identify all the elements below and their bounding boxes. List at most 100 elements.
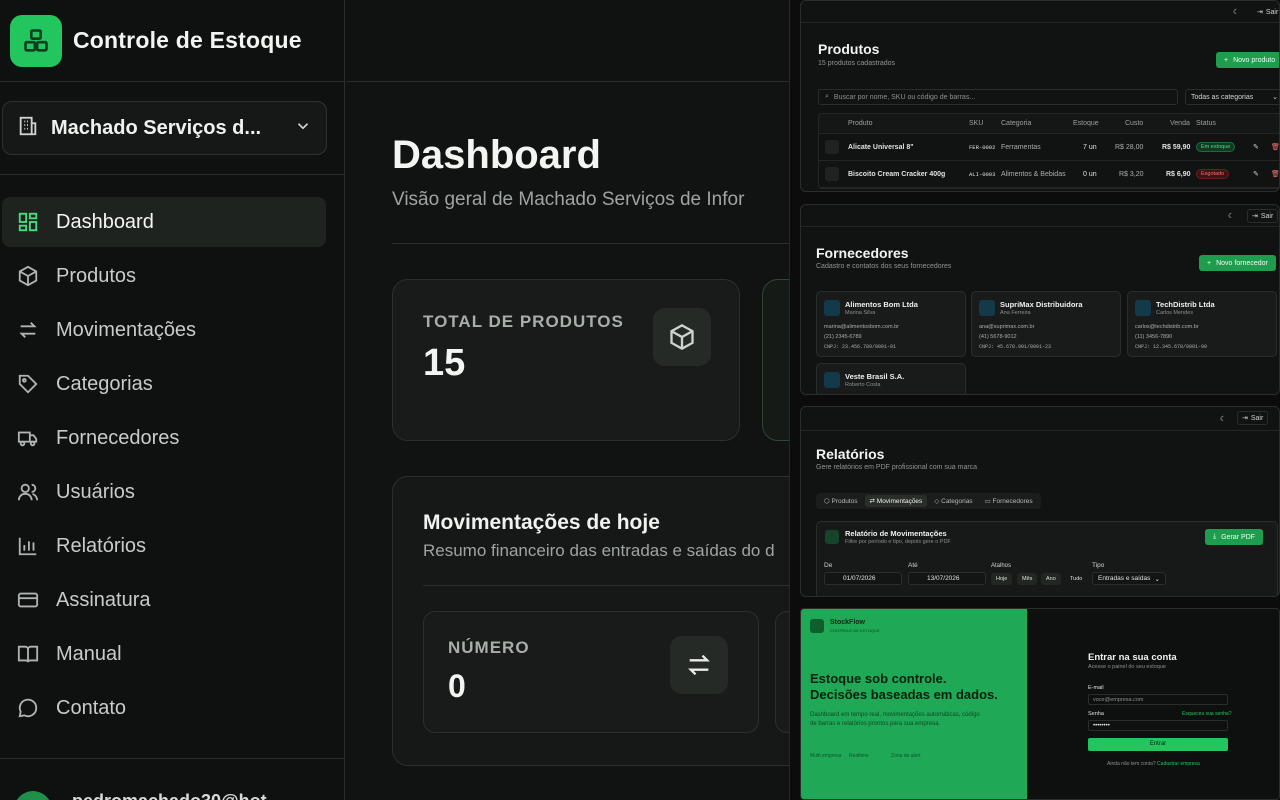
to-date-input[interactable]: 13/07/2026 xyxy=(908,572,986,585)
table-row[interactable]: Alicate Universal 8" FER-0002 Ferramenta… xyxy=(819,134,1279,161)
product-cost: R$ 28,00 xyxy=(1115,143,1144,151)
chat-icon xyxy=(16,696,40,720)
col-header: Produto xyxy=(848,120,873,127)
tab-produtos[interactable]: ⬡ Produtos xyxy=(819,495,863,507)
type-select[interactable]: Entradas e saídas ⌄ xyxy=(1092,572,1166,585)
shortcut-tudo[interactable]: Tudo xyxy=(1065,573,1087,585)
product-category: Ferramentas xyxy=(1001,143,1041,151)
logout-button[interactable]: ⇥ Sair xyxy=(1257,5,1278,19)
nav-label: Fornecedores xyxy=(56,426,180,449)
password-input[interactable]: •••••••• xyxy=(1088,720,1228,731)
shortcuts-label: Atalhos xyxy=(991,563,1012,569)
feature-item: Multi empresa xyxy=(810,753,842,759)
trash-icon[interactable]: 🗑 xyxy=(1271,143,1279,151)
login-form-area: Entrar na sua conta Acesse o painel do s… xyxy=(1027,609,1279,799)
tab-fornecedores[interactable]: ▭ Fornecedores xyxy=(980,495,1038,507)
suppliers-pane: ☾ ⇥ Sair Fornecedores Cadastro e contatos… xyxy=(800,204,1280,395)
from-date-input[interactable]: 01/07/2026 xyxy=(824,572,902,585)
shortcut-mes[interactable]: Mês xyxy=(1017,573,1038,585)
trash-icon[interactable]: 🗑 xyxy=(1271,170,1279,178)
box-icon xyxy=(653,308,711,366)
nav-item-categorias[interactable]: Categorias xyxy=(2,359,326,409)
topbar xyxy=(346,0,789,82)
nav-item-dashboard[interactable]: Dashboard xyxy=(2,197,326,247)
divider xyxy=(392,243,789,244)
col-header: Status xyxy=(1196,120,1216,127)
nav-label: Relatórios xyxy=(56,534,147,557)
nav-item-relatorios[interactable]: Relatórios xyxy=(2,521,326,571)
plus-icon: + xyxy=(1207,259,1212,267)
nav-item-manual[interactable]: Manual xyxy=(2,629,326,679)
shortcut-ano[interactable]: Ano xyxy=(1041,573,1061,585)
pane-subtitle: Gere relatórios em PDF profissional com … xyxy=(816,464,978,471)
form-subtitle: Acesse o painel do seu estoque xyxy=(1088,664,1166,670)
supplier-card[interactable]: Alimentos Bom Ltda Marina Silva marina@a… xyxy=(816,291,966,357)
company-section: Machado Serviços d... xyxy=(0,101,327,155)
chevron-down-icon: ⌄ xyxy=(1272,94,1278,101)
new-product-button[interactable]: + Novo produto xyxy=(1216,52,1279,68)
nav-item-assinatura[interactable]: Assinatura xyxy=(2,575,326,625)
email-input[interactable]: voce@empresa.com xyxy=(1088,694,1228,705)
supplier-contact: Carlos Mendes xyxy=(1156,310,1193,316)
to-label: Até xyxy=(908,562,918,569)
moon-icon[interactable]: ☾ xyxy=(1220,412,1226,426)
nav-item-usuarios[interactable]: Usuários xyxy=(2,467,326,517)
user-menu[interactable]: pedromachado30@hot xyxy=(0,758,345,800)
truck-icon xyxy=(1135,300,1151,316)
moon-icon[interactable]: ☾ xyxy=(1233,5,1239,19)
search-input[interactable]: ⌕ Buscar por nome, SKU ou código de barra… xyxy=(818,89,1178,105)
supplier-contact: Roberto Costa xyxy=(845,382,881,388)
movements-card: Movimentações de hoje Resumo financeiro … xyxy=(392,476,789,766)
forgot-password-link[interactable]: Esqueceu sua senha? xyxy=(1182,711,1231,717)
nav-label: Produtos xyxy=(56,264,137,287)
pane-topbar: ☾ ⇥ Sair xyxy=(801,1,1279,23)
divider xyxy=(423,585,789,586)
login-button[interactable]: Entrar xyxy=(1088,738,1228,751)
register-link[interactable]: Cadastrar empresa xyxy=(1157,761,1200,767)
number-card-partial xyxy=(775,611,789,733)
nav-item-produtos[interactable]: Produtos xyxy=(2,251,326,301)
company-selector[interactable]: Machado Serviços d... xyxy=(2,101,327,155)
logout-label: Sair xyxy=(1250,414,1264,422)
stat-card-total-products: TOTAL DE PRODUTOS 15 xyxy=(392,279,740,441)
supplier-cnpj: CNPJ: 12.345.678/0001-90 xyxy=(1135,344,1208,350)
tab-label: Produtos xyxy=(831,497,858,505)
pane-topbar: ☾ ⇥ Sair xyxy=(801,407,1279,431)
edit-icon[interactable]: ✎ xyxy=(1253,143,1259,151)
feature-item: Realtime xyxy=(849,753,869,759)
nav-item-fornecedores[interactable]: Fornecedores xyxy=(2,413,326,463)
sidebar-nav: Dashboard Produtos Movimentações Categor… xyxy=(0,175,344,733)
box-icon xyxy=(16,264,40,288)
logout-button[interactable]: ⇥ Sair xyxy=(1247,209,1279,223)
tab-movimentacoes[interactable]: ⇄ Movimentações xyxy=(864,495,928,507)
col-header: Custo xyxy=(1125,120,1144,127)
tab-label: Fornecedores xyxy=(992,497,1033,505)
supplier-card[interactable]: TechDistrib Ltda Carlos Mendes carlos@te… xyxy=(1127,291,1277,357)
app-title: Controle de Estoque xyxy=(73,27,302,53)
users-icon xyxy=(16,480,40,504)
new-supplier-button[interactable]: + Novo fornecedor xyxy=(1199,255,1276,271)
logout-label: Sair xyxy=(1265,8,1279,16)
truck-icon xyxy=(824,300,840,316)
report-card: Relatório de Movimentações Filtre por pe… xyxy=(816,521,1278,596)
company-name: Machado Serviços d... xyxy=(51,116,262,139)
edit-icon[interactable]: ✎ xyxy=(1253,170,1259,178)
supplier-cnpj: CNPJ: 23.456.789/0001-01 xyxy=(824,344,897,350)
product-sku: FER-0002 xyxy=(969,143,996,151)
nav-label: Usuários xyxy=(56,480,135,503)
nav-item-movimentacoes[interactable]: Movimentações xyxy=(2,305,326,355)
moon-icon[interactable]: ☾ xyxy=(1228,209,1234,223)
category-select[interactable]: Todas as categorias ⌄ xyxy=(1185,89,1279,105)
nav-item-contato[interactable]: Contato xyxy=(2,683,326,733)
from-label: De xyxy=(824,562,833,569)
page-title: Dashboard xyxy=(392,133,601,177)
tab-categorias[interactable]: ◇ Categorias xyxy=(929,495,977,507)
generate-pdf-button[interactable]: ⤓ Gerar PDF xyxy=(1205,529,1263,545)
tag-icon: ◇ xyxy=(934,498,942,505)
table-row[interactable]: Biscoito Cream Cracker 400g ALI-0003 Ali… xyxy=(819,161,1279,188)
supplier-email: ana@suprimax.com.br xyxy=(979,324,1035,330)
shortcut-hoje[interactable]: Hoje xyxy=(991,573,1013,585)
supplier-card[interactable]: SupriMax Distribuidora Ana Ferreira ana@… xyxy=(971,291,1121,357)
logout-button[interactable]: ⇥ Sair xyxy=(1237,411,1269,425)
supplier-card[interactable]: Veste Brasil S.A. Roberto Costa xyxy=(816,363,966,394)
